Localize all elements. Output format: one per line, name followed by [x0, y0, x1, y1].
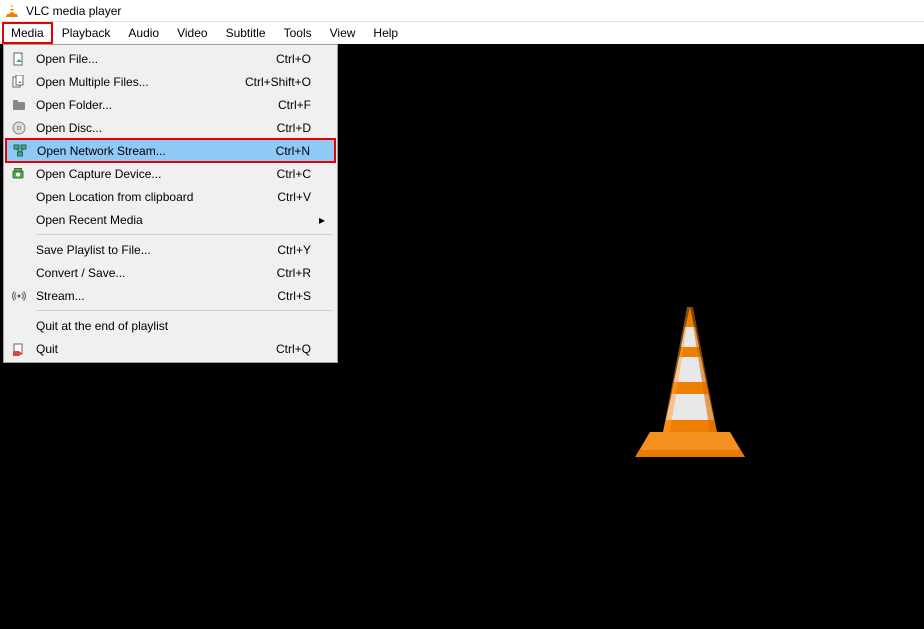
files-icon — [10, 74, 28, 90]
vlc-cone-icon — [4, 3, 20, 19]
blank-icon — [10, 189, 28, 205]
folder-icon — [10, 97, 28, 113]
blank-icon — [10, 265, 28, 281]
menu-convert-save[interactable]: Convert / Save... Ctrl+R — [6, 261, 335, 284]
menu-media[interactable]: Media — [2, 22, 53, 44]
menu-save-playlist[interactable]: Save Playlist to File... Ctrl+Y — [6, 238, 335, 261]
menu-open-recent-media[interactable]: Open Recent Media ▸ — [6, 208, 335, 231]
menu-subtitle[interactable]: Subtitle — [217, 22, 275, 44]
menu-bar: Media Playback Audio Video Subtitle Tool… — [0, 22, 924, 44]
menu-tools[interactable]: Tools — [275, 22, 321, 44]
menu-playback[interactable]: Playback — [53, 22, 120, 44]
blank-icon — [10, 242, 28, 258]
blank-icon — [10, 318, 28, 334]
title-bar: VLC media player — [0, 0, 924, 22]
menu-video[interactable]: Video — [168, 22, 216, 44]
menu-quit[interactable]: Quit Ctrl+Q — [6, 337, 335, 360]
menu-separator — [36, 310, 333, 311]
menu-open-capture-device[interactable]: Open Capture Device... Ctrl+C — [6, 162, 335, 185]
quit-icon — [10, 341, 28, 357]
window-title: VLC media player — [26, 4, 121, 18]
file-icon — [10, 51, 28, 67]
menu-stream[interactable]: Stream... Ctrl+S — [6, 284, 335, 307]
vlc-logo — [625, 302, 755, 462]
menu-open-location-clipboard[interactable]: Open Location from clipboard Ctrl+V — [6, 185, 335, 208]
menu-separator — [36, 234, 333, 235]
menu-open-file[interactable]: Open File... Ctrl+O — [6, 47, 335, 70]
menu-open-network-stream[interactable]: Open Network Stream... Ctrl+N — [5, 138, 336, 163]
stream-icon — [10, 288, 28, 304]
network-icon — [11, 143, 29, 159]
menu-open-disc[interactable]: Open Disc... Ctrl+D — [6, 116, 335, 139]
submenu-arrow-icon: ▸ — [319, 213, 325, 227]
menu-open-multiple-files[interactable]: Open Multiple Files... Ctrl+Shift+O — [6, 70, 335, 93]
menu-audio[interactable]: Audio — [119, 22, 168, 44]
menu-quit-end-playlist[interactable]: Quit at the end of playlist — [6, 314, 335, 337]
capture-icon — [10, 166, 28, 182]
media-dropdown-menu: Open File... Ctrl+O Open Multiple Files.… — [3, 44, 338, 363]
menu-help[interactable]: Help — [364, 22, 407, 44]
blank-icon — [10, 212, 28, 228]
menu-view[interactable]: View — [321, 22, 365, 44]
disc-icon — [10, 120, 28, 136]
menu-open-folder[interactable]: Open Folder... Ctrl+F — [6, 93, 335, 116]
